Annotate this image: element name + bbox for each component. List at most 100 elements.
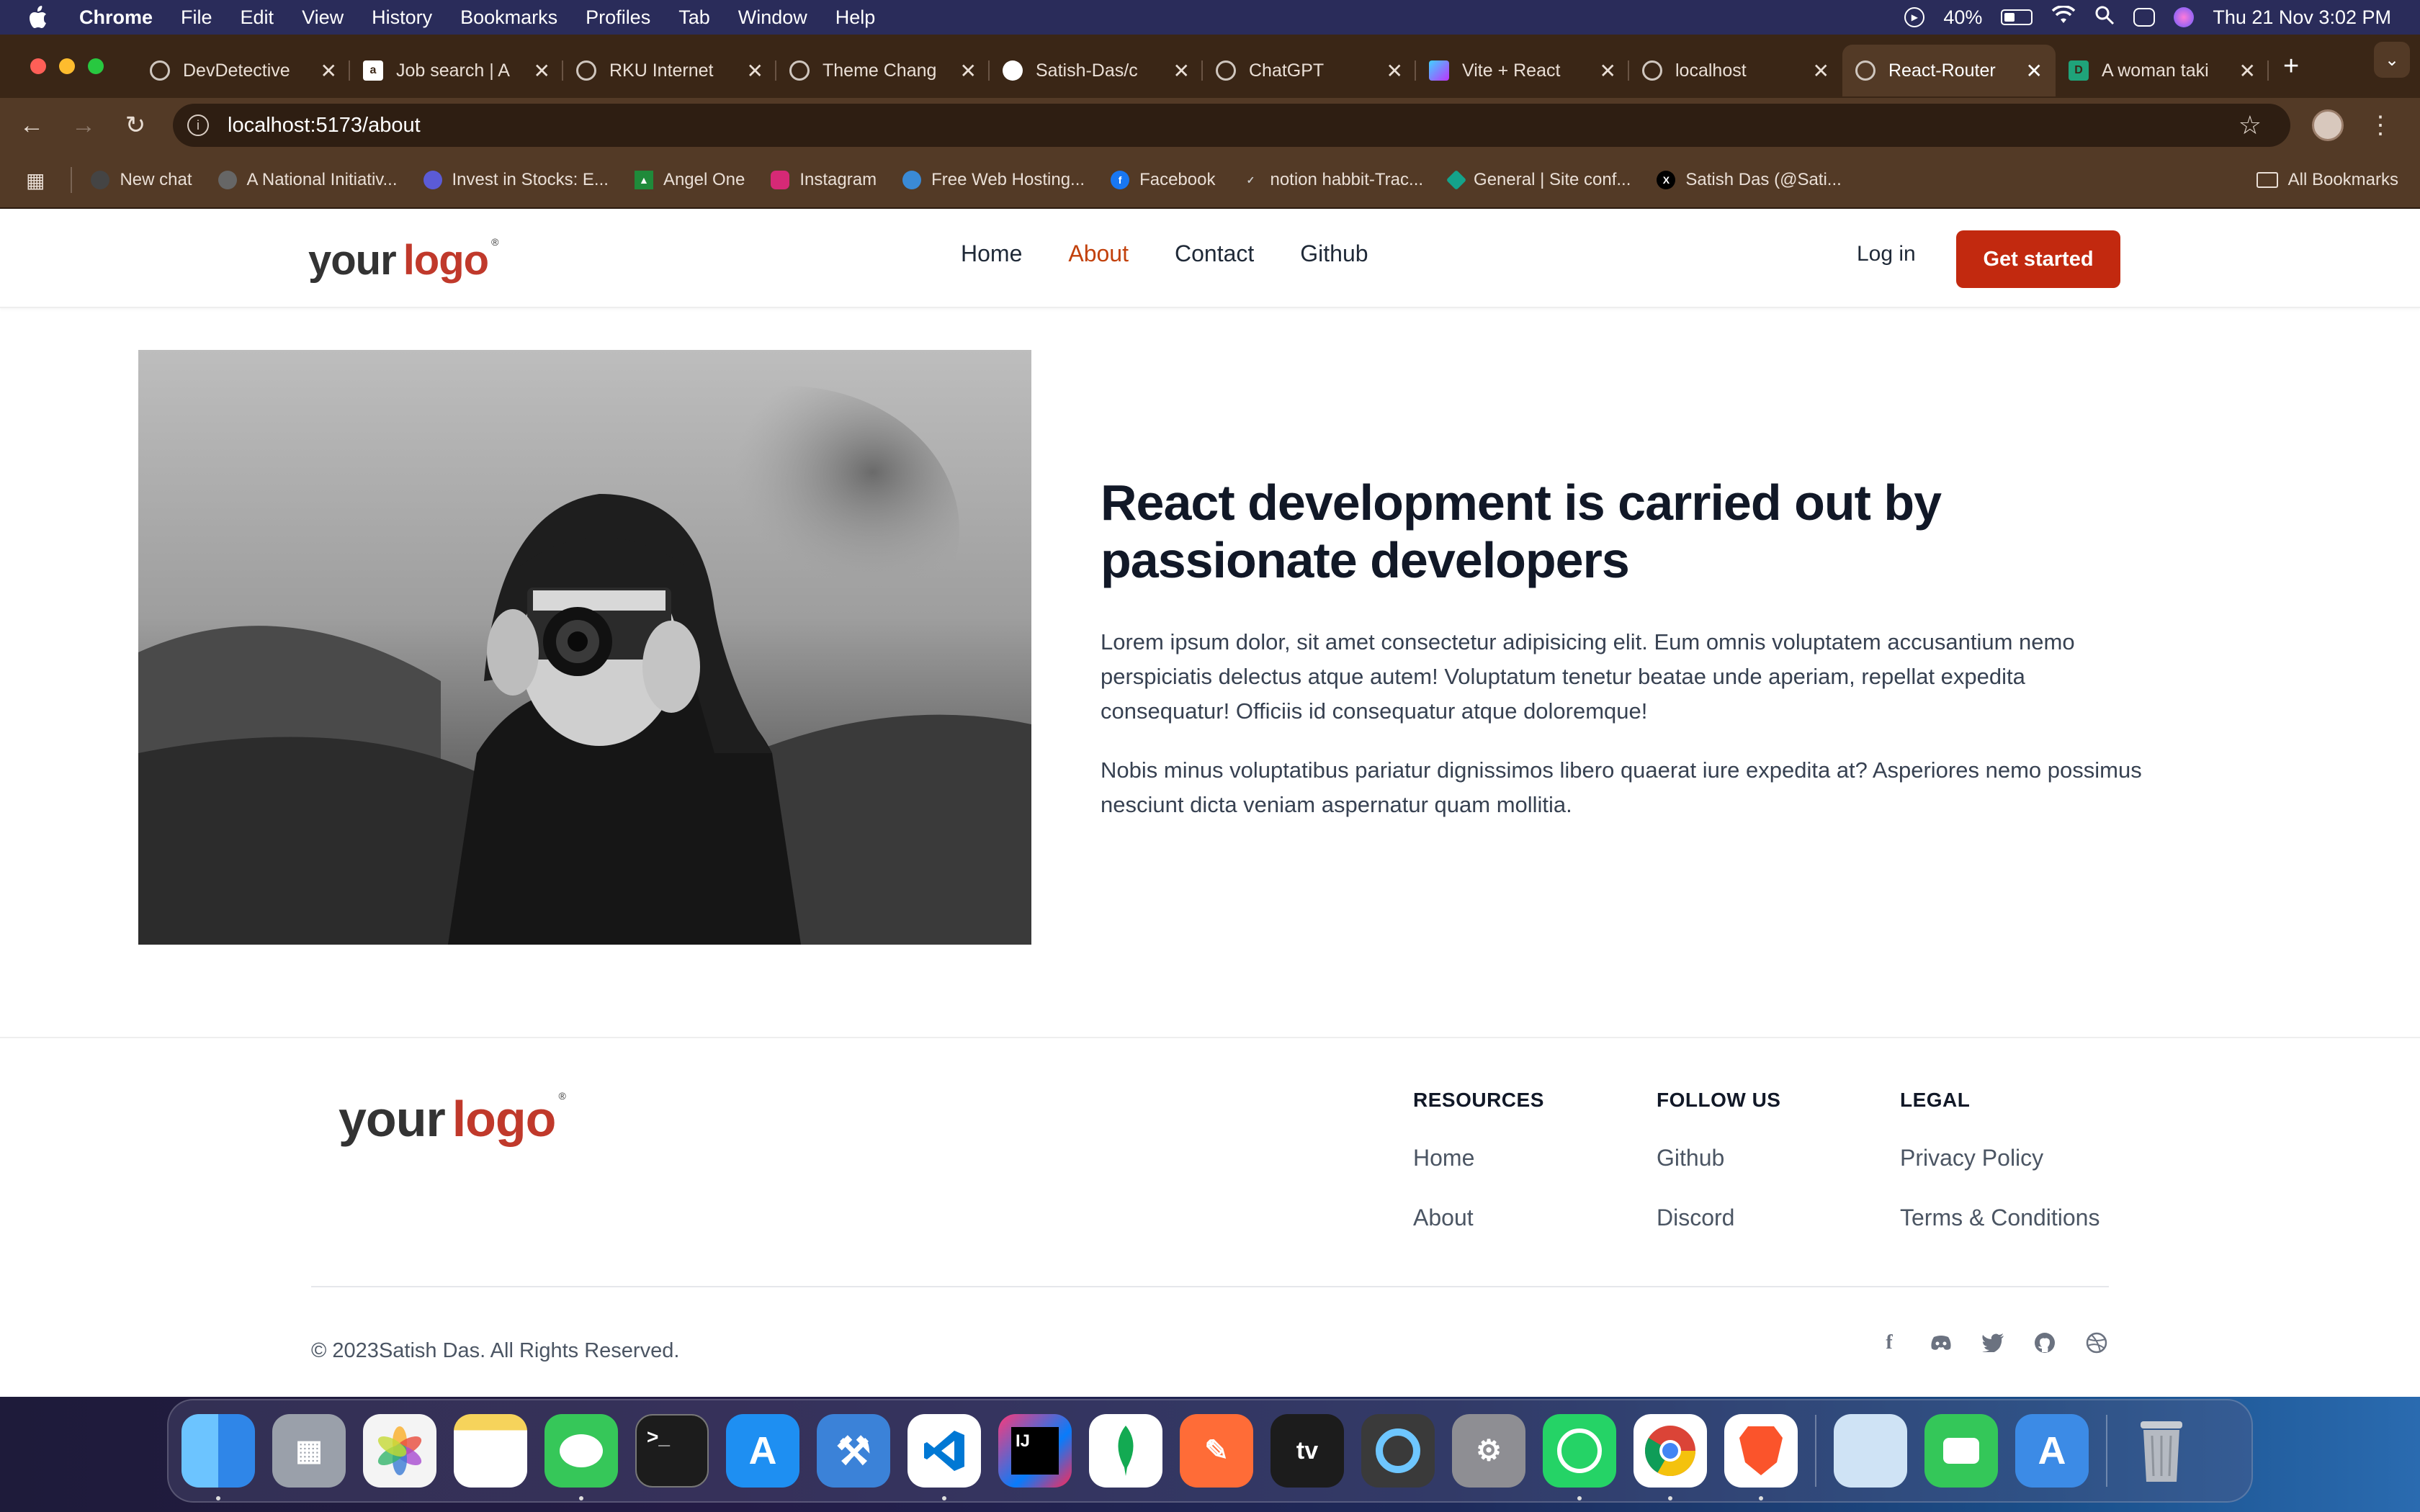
preview-icon[interactable]: [1834, 1414, 1907, 1488]
new-tab-icon[interactable]: +: [2283, 51, 2299, 82]
site-logo[interactable]: your logo ®: [308, 236, 498, 284]
footer-link-discord[interactable]: Discord: [1657, 1205, 1780, 1231]
bookmark-star-icon[interactable]: ☆: [2238, 110, 2262, 140]
tab-theme-changer[interactable]: Theme Chang ✕: [776, 45, 990, 96]
trash-icon[interactable]: [2125, 1414, 2198, 1488]
close-tab-icon[interactable]: ✕: [1386, 59, 1403, 83]
close-tab-icon[interactable]: ✕: [1600, 59, 1616, 83]
nav-github[interactable]: Github: [1300, 240, 1368, 267]
finder-icon[interactable]: [182, 1414, 255, 1500]
vscode-icon[interactable]: [908, 1414, 981, 1500]
tab-vite-react[interactable]: Vite + React ✕: [1416, 45, 1629, 96]
facetime-icon[interactable]: [1924, 1414, 1998, 1488]
menu-profiles[interactable]: Profiles: [586, 6, 650, 29]
simulator-icon[interactable]: A: [2015, 1414, 2089, 1488]
apps-grid-icon[interactable]: ▦: [26, 168, 45, 192]
close-tab-icon[interactable]: ✕: [960, 59, 977, 83]
postman-icon[interactable]: ✎: [1180, 1414, 1253, 1488]
footer-link-home[interactable]: Home: [1413, 1145, 1544, 1171]
menu-help[interactable]: Help: [835, 6, 876, 29]
dribbble-icon[interactable]: [2084, 1331, 2109, 1355]
siri-icon[interactable]: [2174, 7, 2195, 27]
bookmark-notion[interactable]: ✓ notion habbit-Trac...: [1241, 170, 1423, 190]
tab-github-repo[interactable]: Satish-Das/c ✕: [990, 45, 1203, 96]
control-center-icon[interactable]: [2133, 8, 2156, 27]
screen-record-icon[interactable]: ▶: [1904, 7, 1925, 27]
minimize-window-button[interactable]: [59, 58, 75, 74]
close-tab-icon[interactable]: ✕: [2239, 59, 2256, 83]
messages-icon[interactable]: [544, 1414, 618, 1500]
tab-localhost[interactable]: localhost ✕: [1629, 45, 1842, 96]
footer-link-terms[interactable]: Terms & Conditions: [1900, 1205, 2099, 1231]
all-bookmarks[interactable]: All Bookmarks: [2256, 170, 2398, 190]
launchpad-icon[interactable]: ▦: [272, 1414, 346, 1488]
menu-view[interactable]: View: [302, 6, 344, 29]
bookmark-instagram[interactable]: Instagram: [771, 170, 877, 190]
login-link[interactable]: Log in: [1857, 242, 1916, 266]
wifi-icon[interactable]: [2051, 4, 2076, 30]
apple-menu-icon[interactable]: [27, 5, 52, 30]
brave-icon[interactable]: [1724, 1414, 1798, 1500]
close-tab-icon[interactable]: ✕: [321, 59, 337, 83]
forward-icon[interactable]: →: [58, 112, 109, 140]
tab-job-search[interactable]: a Job search | A ✕: [350, 45, 563, 96]
back-icon[interactable]: ←: [6, 112, 58, 140]
mongodb-icon[interactable]: [1089, 1414, 1162, 1488]
address-bar[interactable]: i localhost:5173/about ☆: [173, 104, 2290, 147]
spotlight-icon[interactable]: [2094, 5, 2115, 30]
bookmark-invest-stocks[interactable]: Invest in Stocks: E...: [423, 170, 609, 190]
xcode-icon[interactable]: ⚒: [817, 1414, 890, 1488]
get-started-button[interactable]: Get started: [1956, 230, 2120, 288]
tab-rku[interactable]: RKU Internet ✕: [563, 45, 776, 96]
menubar-datetime[interactable]: Thu 21 Nov 3:02 PM: [2213, 6, 2391, 29]
intellij-icon[interactable]: IJ: [998, 1414, 1072, 1488]
notes-icon[interactable]: [454, 1414, 527, 1488]
whatsapp-icon[interactable]: [1543, 1414, 1616, 1500]
github-icon[interactable]: [2033, 1331, 2057, 1355]
bookmark-x-satish[interactable]: X Satish Das (@Sati...: [1657, 170, 1842, 190]
profile-avatar[interactable]: [2312, 109, 2344, 141]
bookmark-free-hosting[interactable]: Free Web Hosting...: [902, 170, 1085, 190]
apple-tv-icon[interactable]: tv: [1270, 1414, 1344, 1488]
battery-icon[interactable]: [2001, 9, 2033, 25]
bookmark-angel-one[interactable]: ▲ Angel One: [634, 170, 745, 190]
bookmark-national-initiative[interactable]: A National Initiativ...: [218, 170, 398, 190]
chrome-icon[interactable]: [1634, 1414, 1707, 1500]
close-tab-icon[interactable]: ✕: [747, 59, 763, 83]
menu-tab[interactable]: Tab: [678, 6, 710, 29]
bookmark-new-chat[interactable]: New chat: [91, 170, 192, 190]
footer-link-about[interactable]: About: [1413, 1205, 1544, 1231]
close-tab-icon[interactable]: ✕: [1173, 59, 1190, 83]
more-menu-icon[interactable]: ⋮: [2368, 111, 2393, 140]
nav-about[interactable]: About: [1068, 240, 1129, 267]
photos-icon[interactable]: [363, 1414, 436, 1488]
tab-chatgpt[interactable]: ChatGPT ✕: [1203, 45, 1416, 96]
tab-search-icon[interactable]: ⌄: [2374, 42, 2410, 78]
close-window-button[interactable]: [30, 58, 46, 74]
menu-file[interactable]: File: [181, 6, 212, 29]
close-tab-icon[interactable]: ✕: [1813, 59, 1829, 83]
nav-contact[interactable]: Contact: [1175, 240, 1254, 267]
bookmark-site-config[interactable]: General | Site conf...: [1446, 169, 1631, 191]
facebook-icon[interactable]: f: [1877, 1331, 1901, 1355]
site-info-icon[interactable]: i: [187, 114, 209, 136]
footer-link-privacy[interactable]: Privacy Policy: [1900, 1145, 2099, 1171]
tab-woman[interactable]: DA woman taki ✕: [2056, 45, 2269, 96]
quicktime-icon[interactable]: [1361, 1414, 1435, 1488]
twitter-icon[interactable]: [1981, 1331, 2005, 1355]
tab-devdetective[interactable]: DevDetective ✕: [137, 45, 350, 96]
system-settings-icon[interactable]: ⚙: [1452, 1414, 1525, 1488]
reload-icon[interactable]: ↻: [109, 111, 161, 140]
app-store-icon[interactable]: A: [726, 1414, 799, 1488]
footer-logo[interactable]: your logo ®: [339, 1090, 566, 1148]
menu-history[interactable]: History: [372, 6, 432, 29]
close-tab-icon[interactable]: ✕: [534, 59, 550, 83]
menu-edit[interactable]: Edit: [241, 6, 274, 29]
bookmark-facebook[interactable]: f Facebook: [1111, 170, 1215, 190]
tab-react-router[interactable]: React-Router ✕: [1842, 45, 2056, 96]
menu-app-name[interactable]: Chrome: [79, 6, 153, 29]
menu-window[interactable]: Window: [738, 6, 807, 29]
url-text[interactable]: localhost:5173/about: [228, 114, 421, 138]
terminal-icon[interactable]: >_: [635, 1414, 709, 1488]
footer-link-github[interactable]: Github: [1657, 1145, 1780, 1171]
